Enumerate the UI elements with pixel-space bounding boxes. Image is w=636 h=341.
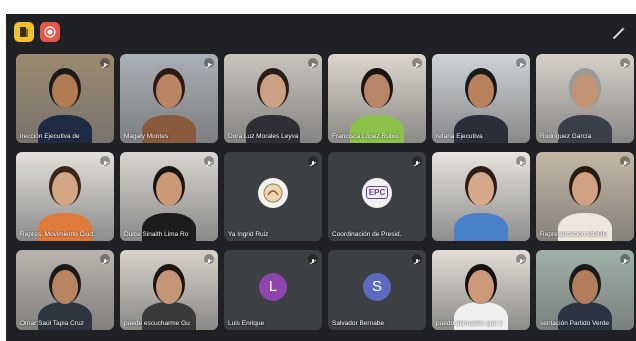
person-face xyxy=(572,172,598,206)
recording-icon[interactable] xyxy=(40,22,60,42)
participant-name: Salvador Bernabe xyxy=(332,320,385,327)
participant-tile[interactable]: puede escucharme Gu xyxy=(120,250,218,330)
participant-logo xyxy=(258,177,288,208)
person-silhouette xyxy=(454,213,508,241)
participant-tile[interactable]: Ya Ingrid Ruiz xyxy=(224,152,322,241)
participant-name: Ya Ingrid Ruiz xyxy=(228,231,269,238)
participant-tile[interactable]: S Salvador Bernabe xyxy=(328,250,426,330)
participant-tile[interactable]: Rodríguez García xyxy=(536,54,634,143)
mic-muted-icon xyxy=(516,254,526,265)
participant-name: Representación MORE xyxy=(540,231,607,238)
person-face xyxy=(572,74,598,108)
participant-tile[interactable]: Repres. Movimiento Ciud. xyxy=(16,152,114,241)
mic-muted-icon xyxy=(620,58,630,69)
participant-name: retaria Ejecutiva xyxy=(436,133,483,140)
top-toolbar xyxy=(6,14,636,52)
mic-muted-icon xyxy=(308,254,318,265)
mic-muted-icon xyxy=(620,254,630,265)
participant-name: Luis Enrique xyxy=(228,320,265,327)
participant-tile[interactable]: sentación Partido Verde xyxy=(536,250,634,330)
mic-muted-icon xyxy=(100,254,110,265)
participant-tile[interactable]: L Luis Enrique xyxy=(224,250,322,330)
meeting-window: irección Ejecutiva de Magaly Montes Dora L… xyxy=(6,14,636,341)
mic-muted-icon xyxy=(204,156,214,167)
person-face xyxy=(156,74,182,108)
visual-effects-icon[interactable] xyxy=(610,24,628,42)
mic-muted-icon xyxy=(308,156,318,167)
participant-name: puedo afirmarles que 1 xyxy=(436,320,503,327)
participant-name: irección Ejecutiva de xyxy=(20,133,80,140)
mic-muted-icon xyxy=(412,156,422,167)
participant-tile[interactable]: Dulce Sinaith Lima Ro xyxy=(120,152,218,241)
participant-tile[interactable]: Magaly Montes xyxy=(120,54,218,143)
participant-name: sentación Partido Verde xyxy=(540,320,610,327)
person-face xyxy=(156,270,182,304)
person-face xyxy=(260,74,286,108)
person-face xyxy=(572,270,598,304)
person-face xyxy=(52,270,78,304)
mic-muted-icon xyxy=(412,58,422,69)
mic-muted-icon xyxy=(204,58,214,69)
mic-muted-icon xyxy=(516,58,526,69)
record-dot-icon xyxy=(44,26,56,38)
participant-name: Coordinación de Presid. xyxy=(332,231,402,238)
participant-name: Dora Luz Morales Leyva xyxy=(228,133,299,140)
participant-name: Dulce Sinaith Lima Ro xyxy=(124,231,189,238)
participant-name: Rodríguez García xyxy=(540,133,592,140)
participant-name: Omar Saúl Tapia Cruz xyxy=(20,320,84,327)
sparkle-wand-icon xyxy=(613,27,625,39)
participant-tile[interactable]: puedo afirmarles que 1 xyxy=(432,250,530,330)
epc-logo-text: EPC xyxy=(365,186,389,200)
meeting-info-icon[interactable] xyxy=(14,22,34,42)
mic-muted-icon xyxy=(100,156,110,167)
participant-tile[interactable]: Dora Luz Morales Leyva xyxy=(224,54,322,143)
mic-muted-icon xyxy=(516,156,526,167)
participant-name: Repres. Movimiento Ciud. xyxy=(20,231,95,238)
mic-muted-icon xyxy=(100,58,110,69)
person-face xyxy=(156,172,182,206)
participant-tile[interactable] xyxy=(432,152,530,241)
participant-avatar: S xyxy=(363,272,391,301)
info-glyph-icon xyxy=(20,27,28,37)
participant-tile[interactable]: Representación MORE xyxy=(536,152,634,241)
participant-tile[interactable]: EPC Coordinación de Presid. xyxy=(328,152,426,241)
mic-muted-icon xyxy=(308,58,318,69)
participant-tile[interactable]: irección Ejecutiva de xyxy=(16,54,114,143)
person-face xyxy=(52,74,78,108)
participant-tile[interactable]: Omar Saúl Tapia Cruz xyxy=(16,250,114,330)
participant-logo: EPC xyxy=(362,177,392,208)
participant-name: puede escucharme Gu xyxy=(124,320,190,327)
emblem-icon xyxy=(263,183,283,203)
participant-avatar: L xyxy=(259,272,287,301)
participant-tile[interactable]: retaria Ejecutiva xyxy=(432,54,530,143)
participant-name: Francisca López Rubio xyxy=(332,133,399,140)
person-face xyxy=(52,172,78,206)
participant-tile[interactable]: Francisca López Rubio xyxy=(328,54,426,143)
mic-muted-icon xyxy=(204,254,214,265)
participant-name: Magaly Montes xyxy=(124,133,169,140)
person-face xyxy=(364,74,390,108)
person-face xyxy=(468,74,494,108)
person-face xyxy=(468,172,494,206)
participant-grid: irección Ejecutiva de Magaly Montes Dora L… xyxy=(6,14,636,341)
mic-muted-icon xyxy=(620,156,630,167)
mic-muted-icon xyxy=(412,254,422,265)
person-face xyxy=(468,270,494,304)
